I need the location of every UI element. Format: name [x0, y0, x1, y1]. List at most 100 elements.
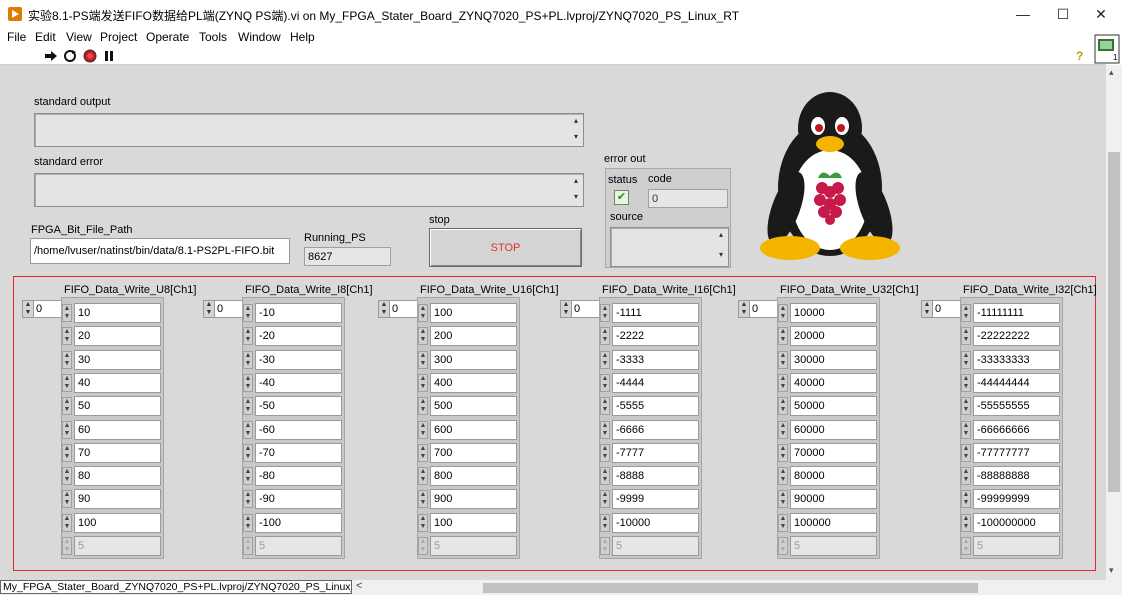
numeric-value[interactable]: 60000 — [790, 419, 877, 440]
array-element[interactable]: ▲ ▼ 90 — [62, 489, 163, 510]
array-empty-element[interactable]: ▲ ▼ 5 — [243, 536, 344, 556]
numeric-value[interactable]: -7777 — [612, 442, 699, 463]
array-element[interactable]: ▲ ▼ -33333333 — [961, 349, 1062, 370]
increment-decrement-icon[interactable]: ▲ ▼ — [600, 420, 610, 439]
array-element[interactable]: ▲ ▼ 80 — [62, 466, 163, 487]
array-element[interactable]: ▲ ▼ 70 — [62, 442, 163, 463]
numeric-value[interactable]: -60 — [255, 419, 342, 440]
increment-decrement-icon[interactable]: ▲ ▼ — [418, 373, 428, 392]
numeric-value[interactable]: 100 — [74, 512, 161, 533]
title-bar[interactable]: 实验8.1-PS端发送FIFO数据给PL端(ZYNQ PS端).vi on My… — [0, 0, 1122, 28]
array-element[interactable]: ▲ ▼ 400 — [418, 372, 519, 393]
array-empty-element[interactable]: ▲ ▼ 5 — [418, 536, 519, 556]
numeric-value[interactable]: -6666 — [612, 419, 699, 440]
array-element[interactable]: ▲ ▼ -30 — [243, 349, 344, 370]
numeric-value[interactable]: 5 — [430, 536, 517, 556]
increment-decrement-icon[interactable]: ▲ ▼ — [778, 467, 788, 486]
array-element[interactable]: ▲ ▼ -55555555 — [961, 396, 1062, 417]
numeric-value[interactable]: 40000 — [790, 372, 877, 393]
numeric-value[interactable]: -2222 — [612, 326, 699, 347]
menu-help[interactable]: Help — [290, 30, 315, 44]
numeric-value[interactable]: -88888888 — [973, 466, 1060, 487]
increment-decrement-icon[interactable]: ▲ ▼ — [778, 350, 788, 369]
numeric-value[interactable]: 500 — [430, 396, 517, 417]
array-element[interactable]: ▲ ▼ 10 — [62, 303, 163, 323]
numeric-value[interactable]: 10000 — [790, 303, 877, 323]
increment-decrement-icon[interactable]: ▲ ▼ — [600, 490, 610, 509]
array-element[interactable]: ▲ ▼ -4444 — [600, 372, 701, 393]
menu-edit[interactable]: Edit — [35, 30, 56, 44]
array-empty-element[interactable]: ▲ ▼ 5 — [961, 536, 1062, 556]
numeric-value[interactable]: 200 — [430, 326, 517, 347]
horizontal-scroll-thumb[interactable] — [483, 583, 978, 593]
numeric-value[interactable]: -99999999 — [973, 489, 1060, 510]
array-element[interactable]: ▲ ▼ -50 — [243, 396, 344, 417]
numeric-value[interactable]: 80000 — [790, 466, 877, 487]
menu-tools[interactable]: Tools — [199, 30, 227, 44]
increment-decrement-icon[interactable]: ▲ ▼ — [243, 327, 253, 346]
array-index-control[interactable]: ▲ ▼ 0 — [203, 300, 243, 318]
array-element[interactable]: ▲ ▼ 600 — [418, 419, 519, 440]
increment-decrement-icon[interactable]: ▲ ▼ — [778, 490, 788, 509]
array-index-value[interactable]: 0 — [217, 301, 223, 317]
index-spinner-icon[interactable]: ▲ ▼ — [739, 301, 750, 317]
increment-decrement-icon[interactable]: ▲ ▼ — [961, 350, 971, 369]
vertical-scroll-thumb[interactable] — [1108, 152, 1120, 492]
increment-decrement-icon[interactable]: ▲ ▼ — [418, 327, 428, 346]
numeric-value[interactable]: 100000 — [790, 512, 877, 533]
numeric-value[interactable]: -77777777 — [973, 442, 1060, 463]
array-index-control[interactable]: ▲ ▼ 0 — [22, 300, 62, 318]
pause-icon[interactable] — [103, 50, 115, 62]
increment-decrement-icon[interactable]: ▲ ▼ — [600, 350, 610, 369]
numeric-value[interactable]: 50 — [74, 396, 161, 417]
increment-decrement-icon[interactable]: ▲ ▼ — [778, 397, 788, 416]
increment-decrement-icon[interactable]: ▲ ▼ — [243, 304, 253, 322]
array-element[interactable]: ▲ ▼ 10000 — [778, 303, 879, 323]
increment-decrement-icon[interactable]: ▲ ▼ — [243, 373, 253, 392]
numeric-value[interactable]: 5 — [74, 536, 161, 556]
scroll-down-icon[interactable]: ▾ — [570, 132, 582, 141]
array-empty-element[interactable]: ▲ ▼ 5 — [600, 536, 701, 556]
array-element[interactable]: ▲ ▼ 200 — [418, 326, 519, 347]
increment-decrement-icon[interactable]: ▲ ▼ — [778, 513, 788, 532]
increment-decrement-icon[interactable]: ▲ ▼ — [778, 327, 788, 346]
numeric-value[interactable]: -70 — [255, 442, 342, 463]
increment-decrement-icon[interactable]: ▲ ▼ — [961, 443, 971, 462]
array-element[interactable]: ▲ ▼ -100 — [243, 512, 344, 533]
run-arrow-icon[interactable] — [44, 50, 58, 62]
numeric-value[interactable]: 50000 — [790, 396, 877, 417]
array-element[interactable]: ▲ ▼ -100000000 — [961, 512, 1062, 533]
array-index-value[interactable]: 0 — [574, 301, 580, 317]
numeric-value[interactable]: -11111111 — [973, 303, 1060, 323]
array-element[interactable]: ▲ ▼ -99999999 — [961, 489, 1062, 510]
numeric-value[interactable]: 70000 — [790, 442, 877, 463]
increment-decrement-icon[interactable]: ▲ ▼ — [418, 420, 428, 439]
array-element[interactable]: ▲ ▼ 20000 — [778, 326, 879, 347]
array-element[interactable]: ▲ ▼ 100 — [418, 303, 519, 323]
scroll-up-icon[interactable]: ▴ — [570, 176, 582, 185]
numeric-value[interactable]: -10 — [255, 303, 342, 323]
increment-decrement-icon[interactable]: ▲ ▼ — [62, 513, 72, 532]
numeric-value[interactable]: -8888 — [612, 466, 699, 487]
array-element[interactable]: ▲ ▼ 60 — [62, 419, 163, 440]
array-element[interactable]: ▲ ▼ 20 — [62, 326, 163, 347]
array-index-value[interactable]: 0 — [36, 301, 42, 317]
increment-decrement-icon[interactable]: ▲ ▼ — [778, 537, 788, 555]
scroll-up-icon[interactable]: ▴ — [715, 230, 727, 239]
index-spinner-icon[interactable]: ▲ ▼ — [379, 301, 390, 317]
abort-icon[interactable] — [83, 49, 97, 63]
array-element[interactable]: ▲ ▼ -10000 — [600, 512, 701, 533]
numeric-value[interactable]: 30 — [74, 349, 161, 370]
menu-window[interactable]: Window — [238, 30, 281, 44]
array-element[interactable]: ▲ ▼ -10 — [243, 303, 344, 323]
increment-decrement-icon[interactable]: ▲ ▼ — [600, 327, 610, 346]
increment-decrement-icon[interactable]: ▲ ▼ — [62, 490, 72, 509]
array-element[interactable]: ▲ ▼ -3333 — [600, 349, 701, 370]
increment-decrement-icon[interactable]: ▲ ▼ — [600, 304, 610, 322]
array-empty-element[interactable]: ▲ ▼ 5 — [778, 536, 879, 556]
numeric-value[interactable]: 5 — [255, 536, 342, 556]
increment-decrement-icon[interactable]: ▲ ▼ — [418, 443, 428, 462]
array-element[interactable]: ▲ ▼ -80 — [243, 466, 344, 487]
numeric-value[interactable]: 60 — [74, 419, 161, 440]
array-element[interactable]: ▲ ▼ 70000 — [778, 442, 879, 463]
